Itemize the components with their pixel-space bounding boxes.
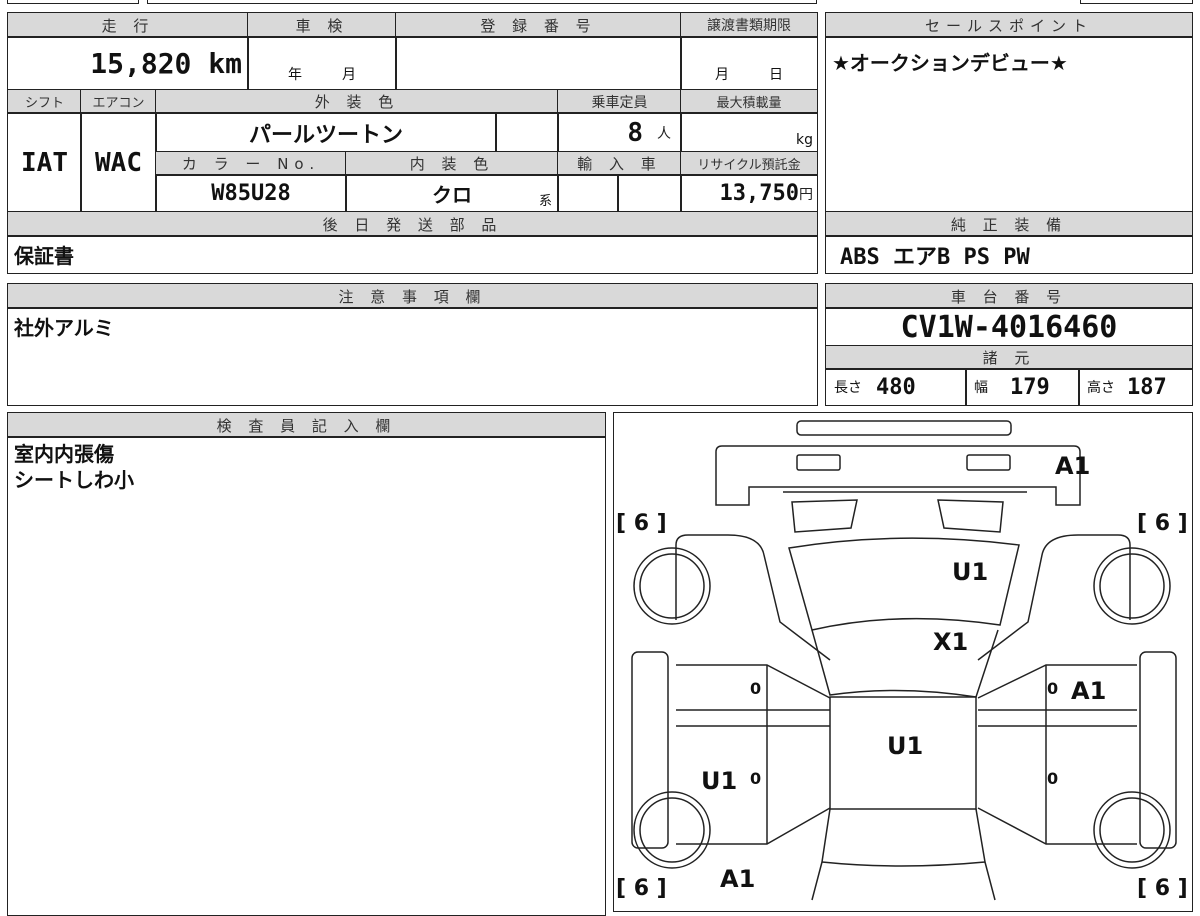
car-outline: A1 U1 X1 U1 A1 U1 A1 [ 6 ] [ 6 ] [ 6 ] [… [616,419,1188,901]
rear-glass [782,490,1027,533]
left-sill [630,650,669,849]
windshield [810,629,999,698]
shaken-label: 車 検 [247,12,397,38]
inspector-text: 室内内張傷 シートしわ小 [7,436,606,916]
tire-mark-rear-right: [ 6 ] [1137,511,1188,536]
top-strip-cell [147,0,817,4]
top-strip-cell [7,0,139,4]
import-value-2 [617,174,682,213]
door-mark: 0 [1047,769,1058,788]
transfer-day-unit: 日 [769,67,783,83]
trunk [810,808,996,900]
later-parts-label: 後 日 発 送 部 品 [7,211,818,237]
mileage-unit: km [208,47,242,80]
shift-value: IAT [7,112,82,213]
exterior-color-extra [495,112,559,153]
exterior-color-label: 外 装 色 [155,89,559,114]
length-value: 480 [876,374,916,400]
max-load-label: 最大積載量 [680,89,818,114]
later-parts-value: 保証書 [7,235,818,274]
top-strip-cell [1080,0,1193,4]
equipment-value: ABS エアB PS PW [825,235,1193,274]
tire-mark-front-left: [ 6 ] [616,876,667,901]
height-value: 187 [1127,374,1167,400]
length-label: 長さ [834,380,862,396]
shaken-month-unit: 月 [342,67,356,83]
sales-point-text: ★オークションデビュー★ [825,36,1193,213]
transfer-deadline-value: 月日 [680,36,818,91]
tire-mark-rear-left: [ 6 ] [616,511,667,536]
damage-right-front-door: A1 [1071,677,1106,705]
tires [632,546,1171,869]
recycle-fee-unit: 円 [799,186,813,203]
interior-color-text: クロ [432,183,472,207]
inspector-label: 検 査 員 記 入 欄 [7,412,606,438]
chassis-label: 車 台 番 号 [825,283,1193,309]
capacity-value: 8人 [557,112,682,153]
shift-label: シフト [7,89,82,114]
door-mark: 0 [750,769,761,788]
specs-label: 諸 元 [825,345,1193,370]
damage-hood: U1 [952,558,988,586]
fenders [674,533,1131,661]
mileage-number: 15,820 [90,47,192,80]
mileage-value: 15,820 km [7,36,249,91]
mileage-label: 走 行 [7,12,249,38]
length-cell: 長さ 480 [825,368,967,406]
width-value: 179 [1010,374,1050,400]
shaken-value: 年月 [247,36,397,91]
sales-point-label: セールスポイント [825,12,1193,38]
transfer-deadline-label: 譲渡書類期限 [680,12,818,38]
reg-no-label: 登 録 番 号 [395,12,682,38]
interior-color-label: 内 装 色 [345,151,559,176]
interior-color-suffix: 系 [538,194,552,209]
interior-color-value: クロ 系 [345,174,559,213]
recycle-label: リサイクル預託金 [680,151,818,176]
tire-mark-front-right: [ 6 ] [1137,876,1188,901]
recycle-fee-number: 13,750 [719,181,799,206]
recycle-fee-value: 13,750 円 [680,174,818,213]
damage-left-rear-quarter: A1 [720,865,755,893]
damage-windshield: X1 [933,628,968,656]
notes-text: 社外アルミ [7,307,818,406]
width-cell: 幅 179 [965,368,1080,406]
capacity-label: 乗車定員 [557,89,682,114]
ac-value: WAC [80,112,157,213]
import-value-1 [557,174,619,213]
max-load-unit: kg [796,132,813,148]
height-label: 高さ [1087,380,1115,396]
rear-bumper-outline [714,444,1081,506]
color-no-label: カ ラ ー No. [155,151,347,176]
damage-rear-bumper: A1 [1055,452,1090,480]
tail-light-left [795,453,841,471]
reg-no-value [395,36,682,91]
damage-left-rear-door: U1 [701,767,737,795]
tail-light-right [965,453,1011,471]
height-cell: 高さ 187 [1078,368,1193,406]
width-label: 幅 [974,380,988,396]
equipment-label: 純 正 装 備 [825,211,1193,237]
capacity-unit: 人 [657,125,671,142]
max-load-value: kg [680,112,818,153]
ac-label: エアコン [80,89,157,114]
door-mark: 0 [1047,679,1058,698]
door-mark: 0 [750,679,761,698]
exterior-color-value: パールツートン [155,112,497,153]
rear-spoiler [795,419,1012,436]
car-damage-diagram: A1 U1 X1 U1 A1 U1 A1 [ 6 ] [ 6 ] [ 6 ] [… [613,412,1193,912]
transfer-month-unit: 月 [715,67,729,83]
notes-label: 注 意 事 項 欄 [7,283,818,309]
color-no-value: W85U28 [155,174,347,213]
shaken-year-unit: 年 [288,67,302,83]
capacity-number: 8 [627,117,643,148]
right-sill [1138,650,1177,849]
import-label: 輸 入 車 [557,151,682,176]
chassis-number: CV1W-4016460 [825,307,1193,347]
damage-roof: U1 [887,732,923,760]
